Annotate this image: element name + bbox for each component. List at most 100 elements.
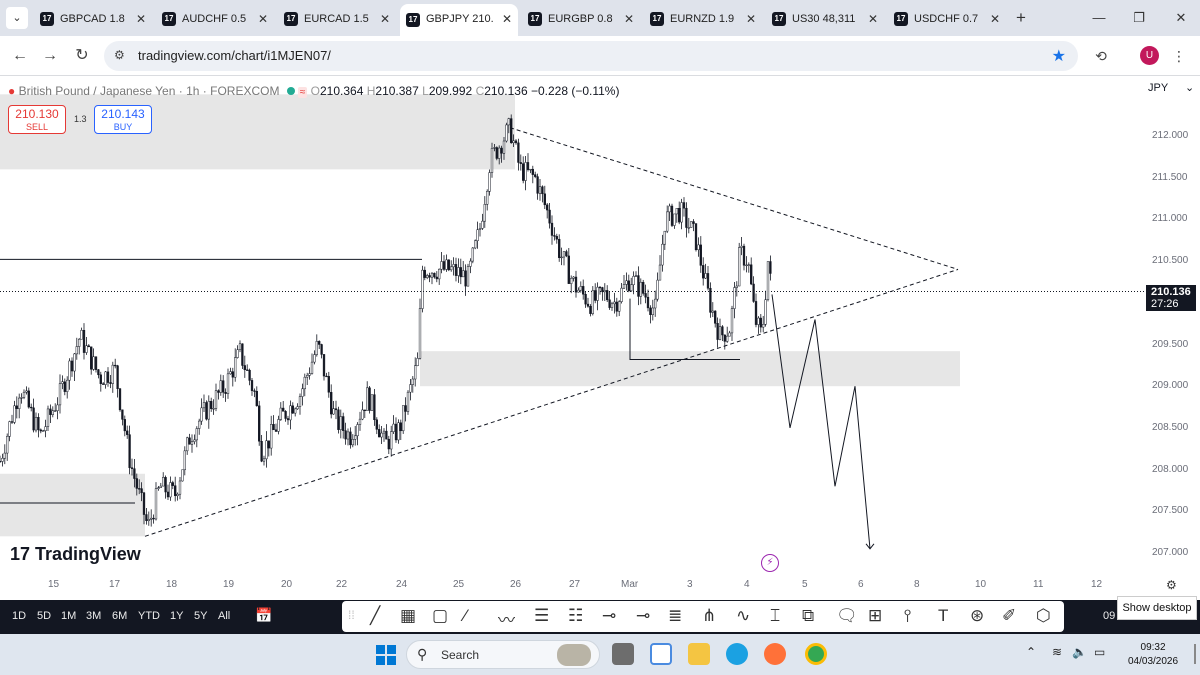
candle-body — [390, 431, 393, 450]
callout-icon[interactable]: 🗨 — [836, 606, 858, 626]
new-tab-button[interactable]: + — [1011, 6, 1031, 30]
battery-icon[interactable]: ▭ — [1094, 645, 1105, 659]
tray-chevron-icon[interactable]: ⌃ — [1026, 645, 1036, 659]
measure-icon[interactable]: ⊞ — [868, 606, 882, 626]
range-button-6m[interactable]: 6M — [112, 610, 127, 622]
range-button-ytd[interactable]: YTD — [138, 610, 160, 622]
market-open-icon — [286, 87, 295, 95]
browser-tab[interactable]: 17 USDCHF 0.7 ✕ — [888, 6, 1006, 32]
close-tab-icon[interactable]: ✕ — [502, 4, 512, 34]
text-tool-icon[interactable]: T — [938, 606, 948, 626]
calendar-goto-icon[interactable]: 📅 — [255, 607, 272, 624]
drag-handle-icon[interactable]: ⁞⁞ — [348, 608, 355, 622]
buy-button[interactable]: 210.143 BUY — [94, 105, 152, 134]
wifi-icon[interactable]: ≋ — [1052, 645, 1062, 659]
levels-tool-icon[interactable]: ☷ — [568, 606, 583, 626]
edge-icon[interactable] — [726, 643, 748, 665]
close-tab-icon[interactable]: ✕ — [868, 6, 878, 32]
pitchfork-icon[interactable]: ⋔ — [702, 606, 716, 626]
parallel-channel-icon[interactable]: ≣ — [668, 606, 682, 626]
horizontal-line-icon[interactable]: ⊸ — [636, 606, 650, 626]
price-chart[interactable] — [0, 76, 1200, 600]
taskbar-search[interactable]: ⚲ Search — [406, 640, 600, 669]
candle-body — [49, 408, 52, 415]
candle-body — [452, 264, 455, 268]
cursor-line-icon[interactable]: ⫯ — [904, 606, 911, 626]
currency-select[interactable]: JPY ⌄ — [1148, 81, 1198, 94]
rectangle-tool-icon[interactable]: ▢ — [432, 606, 448, 626]
star-icon[interactable]: ★ — [1052, 46, 1066, 66]
y-axis-label: 209.000 — [1152, 380, 1189, 392]
shape-tool-icon[interactable]: ⬡ — [1036, 606, 1051, 626]
browser-tab[interactable]: 17 US30 48,311 ✕ — [766, 6, 884, 32]
close-tab-icon[interactable]: ✕ — [624, 6, 634, 32]
kebab-menu-icon[interactable]: ⋮ — [1168, 45, 1190, 67]
settings-gear-icon[interactable]: ⚙ — [1166, 578, 1177, 592]
ray-tool-icon[interactable]: ⁄ — [464, 606, 467, 626]
close-tab-icon[interactable]: ✕ — [258, 6, 268, 32]
candle-body — [382, 430, 386, 434]
store-icon[interactable] — [650, 643, 672, 665]
restore-button[interactable]: ❐ — [1124, 6, 1154, 30]
close-tab-icon[interactable]: ✕ — [990, 6, 1000, 32]
chart-area[interactable]: ● British Pound / Japanese Yen · 1h · FO… — [0, 76, 1200, 600]
url-field[interactable]: ⚙ tradingview.com/chart/i1MJEN07/ ★ — [104, 41, 1078, 71]
close-window-button[interactable]: ✕ — [1166, 6, 1196, 30]
close-tab-icon[interactable]: ✕ — [136, 6, 146, 32]
candle-body — [202, 402, 206, 409]
candle-body — [334, 408, 338, 411]
interval[interactable]: 1h — [186, 84, 199, 98]
brush-icon[interactable]: ✐ — [1002, 606, 1016, 626]
volume-icon[interactable]: 🔈 — [1072, 645, 1087, 659]
file-explorer-icon[interactable] — [688, 643, 710, 665]
range-button-1m[interactable]: 1M — [61, 610, 76, 622]
firefox-icon[interactable] — [764, 643, 786, 665]
avatar[interactable]: U — [1140, 46, 1159, 65]
browser-tab[interactable]: 17 AUDCHF 0.5 ✕ — [156, 6, 274, 32]
tradingview-logo[interactable]: 17 TradingView — [10, 544, 141, 565]
target-icon[interactable]: ⊛ — [970, 606, 984, 626]
symbol-name[interactable]: British Pound / Japanese Yen — [19, 84, 176, 98]
curve-tool-icon[interactable]: ∿ — [736, 606, 750, 626]
path-tool-icon[interactable]: 〰 — [498, 606, 515, 631]
candle-body — [570, 278, 573, 284]
range-button-1d[interactable]: 1D — [12, 610, 26, 622]
task-view-icon[interactable] — [612, 643, 634, 665]
minimize-button[interactable]: — — [1084, 6, 1114, 30]
browser-tab[interactable]: 17 GBPJPY 210. ✕ — [400, 4, 518, 36]
browser-tab[interactable]: 17 EURCAD 1.5 ✕ — [278, 6, 396, 32]
lightning-icon[interactable]: ⚡ — [761, 554, 779, 572]
windows-start-icon[interactable] — [376, 645, 396, 665]
candle-body — [466, 266, 470, 287]
browser-tab[interactable]: 17 EURNZD 1.9 ✕ — [644, 6, 762, 32]
browser-tab[interactable]: 17 GBPCAD 1.8 ✕ — [34, 6, 152, 32]
history-icon[interactable]: ⟲ — [1090, 45, 1112, 67]
candle-body — [236, 349, 239, 358]
site-info-icon[interactable]: ⚙ — [114, 48, 125, 62]
fib-tool-icon[interactable]: ☰ — [534, 606, 549, 626]
taskbar-clock[interactable]: 09:32 04/03/2026 — [1128, 641, 1178, 669]
range-button-5y[interactable]: 5Y — [194, 610, 207, 622]
forward-arrow-icon[interactable]: → — [38, 44, 62, 68]
x-axis-label: 27 — [569, 579, 581, 590]
vertical-text-icon[interactable]: ⌶ — [770, 606, 780, 626]
chrome-icon[interactable] — [805, 643, 827, 665]
trendline-tool-icon[interactable]: ╱ — [370, 606, 380, 626]
range-button-1y[interactable]: 1Y — [170, 610, 183, 622]
range-button-5d[interactable]: 5D — [37, 610, 51, 622]
horizontal-ray-icon[interactable]: ⊸ — [602, 606, 616, 626]
sell-button[interactable]: 210.130 SELL — [8, 105, 66, 134]
close-tab-icon[interactable]: ✕ — [380, 6, 390, 32]
tab-search-chevron-icon[interactable]: ⌄ — [6, 7, 28, 29]
pattern-tool-icon[interactable]: ⧉ — [802, 606, 814, 626]
close-tab-icon[interactable]: ✕ — [746, 6, 756, 32]
reload-icon[interactable]: ↻ — [70, 44, 94, 68]
range-button-3m[interactable]: 3M — [86, 610, 101, 622]
candle-body — [270, 424, 273, 449]
browser-tab[interactable]: 17 EURGBP 0.8 ✕ — [522, 6, 640, 32]
candle-body — [349, 431, 352, 446]
grid-tool-icon[interactable]: ▦ — [400, 606, 416, 626]
back-arrow-icon[interactable]: ← — [8, 44, 32, 68]
show-desktop-strip[interactable] — [1194, 644, 1196, 664]
range-button-all[interactable]: All — [218, 610, 230, 622]
